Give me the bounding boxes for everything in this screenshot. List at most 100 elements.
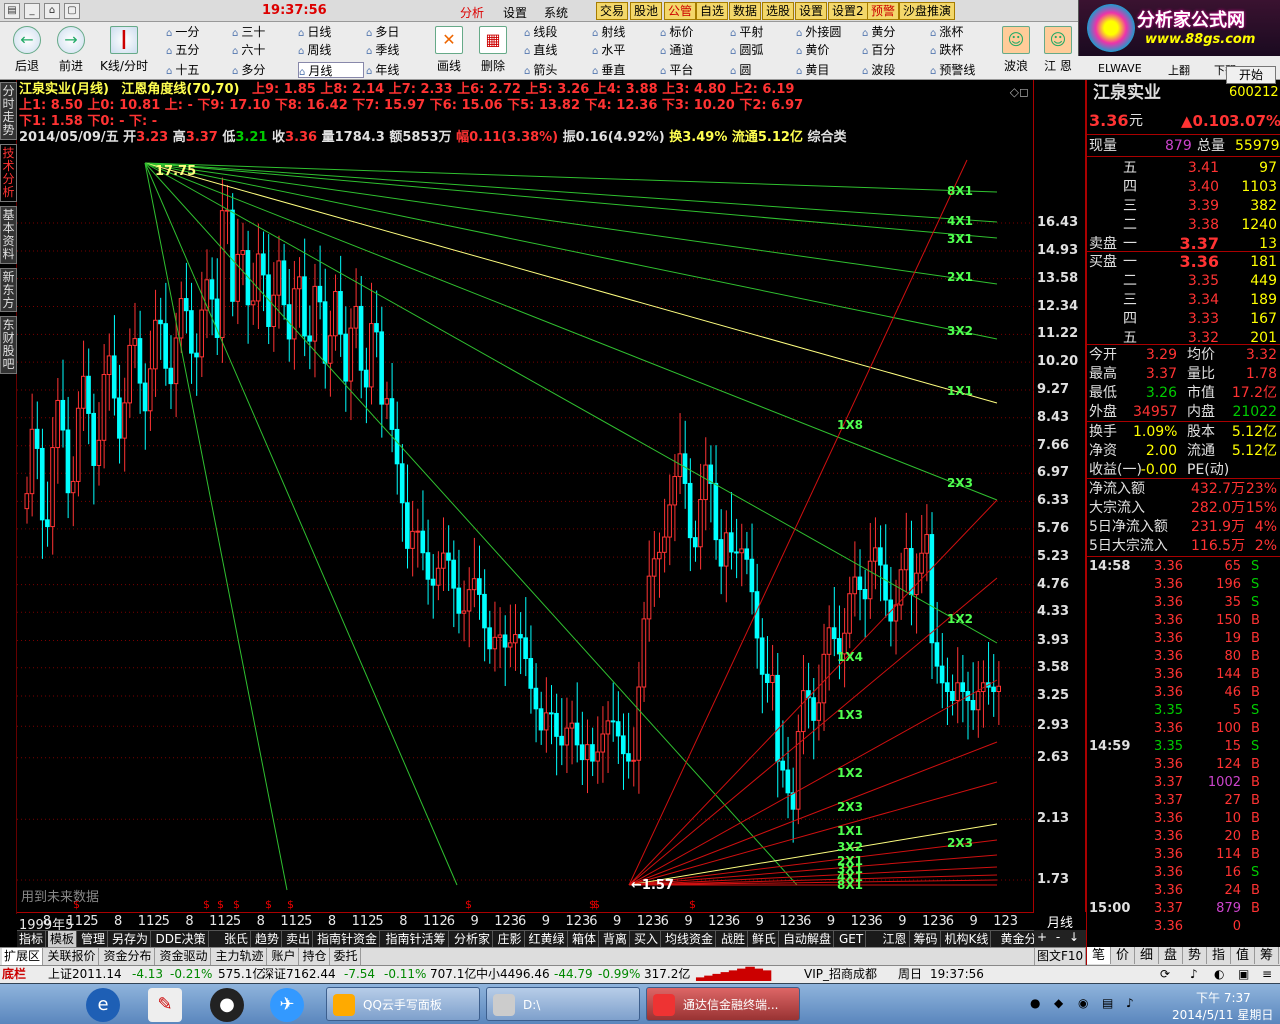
period-5min[interactable]: ⌂ 五分 — [166, 42, 232, 58]
tool-ray[interactable]: ⌂ 射线 — [592, 24, 658, 40]
period-multi-day[interactable]: ⌂ 多日 — [366, 24, 432, 40]
indicator-tab[interactable]: 另存为 — [110, 931, 152, 947]
f10-tab[interactable]: 图文F10 — [1034, 948, 1086, 965]
refresh-icon[interactable]: ⟳ — [1160, 966, 1170, 983]
tool-vertical[interactable]: ⌂ 垂直 — [592, 62, 658, 78]
vtab-forum[interactable]: 东财股吧 — [0, 316, 17, 374]
tool-horizontal[interactable]: ⌂ 水平 — [592, 42, 658, 58]
minimize-icon[interactable]: _ — [24, 3, 40, 19]
period-60min[interactable]: ⌂ 六十 — [232, 42, 298, 58]
vtab-technical[interactable]: 技术分析 — [0, 144, 17, 202]
indicator-tab[interactable]: 箱体 — [570, 931, 600, 947]
kline-toggle-button[interactable]: ┃ K线/分时 — [96, 24, 152, 78]
tool-channel[interactable]: ⌂ 通道 — [660, 42, 726, 58]
tool-golden-price[interactable]: ⌂ 黄价 — [796, 42, 862, 58]
network-tray-icon[interactable]: ▤ — [1102, 996, 1113, 1010]
extension-tab[interactable]: 持仓 — [301, 948, 330, 965]
sh-index[interactable]: 上证2011.14 — [48, 966, 122, 983]
sound-icon[interactable]: ♪ — [1190, 966, 1198, 983]
window-icon[interactable]: ▢ — [64, 3, 80, 19]
period-1min[interactable]: ⌂ 一分 — [166, 24, 232, 40]
extension-tab[interactable]: 关联报价 — [46, 948, 99, 965]
plus-icon[interactable]: + — [1034, 930, 1050, 944]
indicator-tab[interactable]: 指南针活筹 — [384, 931, 449, 947]
app-menu-icon[interactable]: ▤ — [4, 3, 20, 19]
page-up-button[interactable]: 上翻 — [1168, 62, 1190, 78]
tool-arc[interactable]: ⌂ 圆弧 — [730, 42, 796, 58]
extension-tab[interactable]: 委托 — [332, 948, 361, 965]
sz-index[interactable]: 深证7162.44 — [262, 966, 336, 983]
gann-button[interactable]: ☺ 江 恩 — [1038, 24, 1078, 78]
indicator-tab[interactable]: 分析家 — [452, 931, 494, 947]
vtab-basic-info[interactable]: 基本资料 — [0, 206, 17, 264]
delete-button[interactable]: ▦ 删除 — [468, 24, 518, 78]
start-button[interactable]: 开始 — [1226, 66, 1276, 84]
indicator-tab[interactable]: 均线资金 — [663, 931, 717, 947]
btn-settings[interactable]: 设置 — [795, 2, 828, 20]
tool-golden-split[interactable]: ⌂ 黄分 — [862, 24, 928, 40]
quote-tab[interactable]: 盘 — [1159, 947, 1183, 964]
home-icon[interactable]: ⌂ — [44, 3, 60, 19]
indicator-tab[interactable]: 管理 — [79, 931, 109, 947]
tool-circle[interactable]: ⌂ 圆 — [730, 62, 796, 78]
tray-date[interactable]: 2014/5/11 星期日 — [1172, 1006, 1273, 1023]
menu-settings[interactable]: 设置 — [503, 4, 527, 21]
360-tray-icon[interactable]: ◉ — [1078, 996, 1088, 1010]
tool-circumcircle[interactable]: ⌂ 外接圆 — [796, 24, 862, 40]
back-button[interactable]: ← 后退 — [2, 24, 52, 78]
tool-arrow[interactable]: ⌂ 箭头 — [524, 62, 590, 78]
extension-tab[interactable]: 扩展区 — [2, 948, 44, 965]
btn-stock-pool[interactable]: 股池 — [630, 2, 663, 20]
wave-button[interactable]: ☺ 波浪 — [996, 24, 1036, 78]
tool-fall-cup[interactable]: ⌂ 跌杯 — [930, 42, 996, 58]
indicator-tab[interactable]: GET — [837, 931, 867, 947]
indicator-tab[interactable]: 买入 — [632, 931, 662, 947]
chart-window-controls[interactable]: ◇◻ — [1010, 85, 1029, 99]
period-quarter[interactable]: ⌂ 季线 — [366, 42, 432, 58]
tool-wave-band[interactable]: ⌂ 波段 — [862, 62, 928, 78]
task-tdx-terminal[interactable]: 通达信金融终端... — [646, 987, 800, 1021]
btn-trade[interactable]: 交易 — [596, 2, 629, 20]
tool-parallel-ray[interactable]: ⌂ 平射 — [730, 24, 796, 40]
menu-system[interactable]: 系统 — [544, 4, 568, 21]
indicator-tab[interactable]: 红黄绿 — [527, 931, 568, 947]
extension-tab[interactable]: 资金分布 — [102, 948, 155, 965]
qq-penguin-icon[interactable]: ● — [210, 988, 244, 1022]
quote-tab[interactable]: 指 — [1207, 947, 1231, 964]
period-year[interactable]: ⌂ 年线 — [366, 62, 432, 78]
indicator-tab[interactable]: 筹码 — [912, 931, 941, 947]
period-week[interactable]: ⌂ 周线 — [298, 42, 364, 58]
btn-sandbox[interactable]: 沙盘推演 — [899, 2, 956, 20]
net-icon[interactable]: ◐ — [1214, 966, 1224, 983]
indicator-tab[interactable]: 卖出 — [284, 931, 314, 947]
paint-icon[interactable]: ✎ — [148, 988, 182, 1022]
ie-icon[interactable]: e — [86, 988, 120, 1022]
tool-golden-target[interactable]: ⌂ 黄目 — [796, 62, 862, 78]
draw-line-button[interactable]: ✕ 画线 — [424, 24, 474, 78]
menu-analysis[interactable]: 分析 — [460, 4, 484, 21]
btn-settings2[interactable]: 设置2 — [828, 2, 868, 20]
indicator-tab[interactable]: 鲜氏 — [750, 931, 780, 947]
kline-chart[interactable]: $ $ $ $ $ $ $ $ $ $ 江泉实业(月线) 江恩角度线(70,70) 上9: 1.8… — [17, 80, 1034, 914]
quote-tab[interactable]: 值 — [1231, 947, 1255, 964]
indicator-tab[interactable]: 自动解盘 — [781, 931, 835, 947]
quote-tab[interactable]: 笔 — [1087, 947, 1111, 964]
period-15min[interactable]: ⌂ 十五 — [166, 62, 232, 78]
indicator-tab[interactable]: 庄影 — [496, 931, 525, 947]
tray-clock[interactable]: 下午 7:37 — [1196, 989, 1251, 1006]
vtab-intraday[interactable]: 分时走势 — [0, 82, 17, 140]
indicator-tab[interactable]: 背离 — [601, 931, 631, 947]
btn-public[interactable]: 公管 — [664, 2, 697, 20]
tool-line[interactable]: ⌂ 直线 — [524, 42, 590, 58]
down-arrow-icon[interactable]: ↓ — [1066, 930, 1082, 944]
shield-tray-icon[interactable]: ◆ — [1054, 996, 1063, 1010]
tool-platform[interactable]: ⌂ 平台 — [660, 62, 726, 78]
indicator-tab[interactable]: 模板 — [48, 931, 78, 947]
extension-tab[interactable]: 主力轨迹 — [214, 948, 267, 965]
tool-percent[interactable]: ⌂ 百分 — [862, 42, 928, 58]
lock-icon[interactable]: ▣ — [1238, 966, 1249, 983]
indicator-tab[interactable]: 指南针资金 — [315, 931, 381, 947]
indicator-tab[interactable]: 指标 — [17, 931, 47, 947]
period-30min[interactable]: ⌂ 三十 — [232, 24, 298, 40]
forward-button[interactable]: → 前进 — [46, 24, 96, 78]
